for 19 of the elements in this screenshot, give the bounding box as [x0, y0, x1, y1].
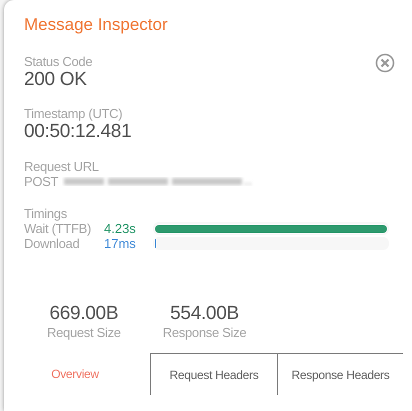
tab[interactable]: Request Headers: [150, 353, 277, 395]
size-label: Request Size: [47, 325, 121, 340]
field-label: Timestamp (UTC): [24, 106, 122, 121]
size-value: 669.00B: [50, 303, 118, 325]
field-label: Status Code: [24, 54, 92, 69]
method-text: POST: [24, 174, 58, 189]
field-label: Request URL: [24, 159, 99, 174]
timing-reading: 17ms: [104, 236, 137, 251]
timing-label: Download: [24, 236, 80, 251]
close-icon[interactable]: [375, 53, 395, 73]
field-label: Timings: [24, 206, 67, 221]
timing-reading: 4.23s: [104, 221, 137, 236]
panel-title: Message Inspector: [24, 14, 169, 36]
timing-label: Wait (TTFB): [24, 221, 92, 236]
size-value: 554.00B: [170, 303, 239, 325]
status-value: 200 OK: [24, 69, 87, 91]
timestamp-value: 00:50:12.481: [24, 121, 132, 143]
tab[interactable]: Response Headers: [277, 353, 403, 395]
size-label: Response Size: [162, 325, 246, 340]
